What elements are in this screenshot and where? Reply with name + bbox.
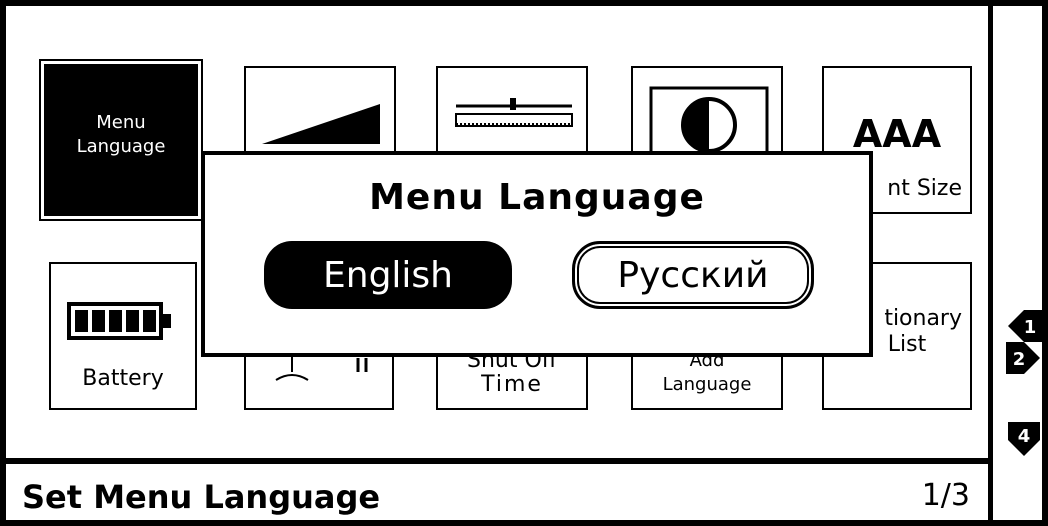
dialog-title: Menu Language	[369, 177, 705, 218]
tile-label: Language	[662, 374, 752, 395]
svg-text:2: 2	[1013, 349, 1026, 370]
volume-ramp-icon	[262, 104, 380, 144]
option-english[interactable]: English	[264, 241, 512, 309]
key-4-down-icon: 4	[1008, 422, 1040, 456]
tile-label-line1: Menu	[96, 112, 146, 133]
tile-battery[interactable]: Battery	[49, 262, 197, 410]
status-title: Set Menu Language	[22, 478, 381, 516]
svg-text:1: 1	[1024, 317, 1037, 338]
font-size-icon: AAA	[852, 112, 942, 156]
tile-menu-language[interactable]: Menu Language	[39, 59, 203, 221]
status-divider	[0, 458, 991, 464]
tile-label: Battery	[82, 366, 164, 391]
key-2-right-icon: 2	[1006, 342, 1040, 374]
battery-icon	[67, 302, 171, 340]
tile-label-line2: Language	[76, 136, 166, 157]
svg-text:4: 4	[1018, 426, 1031, 447]
option-russian[interactable]: Русский	[572, 241, 814, 309]
tile-label: Time	[481, 372, 543, 397]
menu-language-dialog: Menu Language English Русский	[201, 151, 873, 357]
voice-icon	[275, 354, 368, 381]
page-indicator: 1/3	[921, 478, 970, 513]
speed-slider-icon	[455, 98, 573, 127]
side-divider	[988, 0, 993, 526]
